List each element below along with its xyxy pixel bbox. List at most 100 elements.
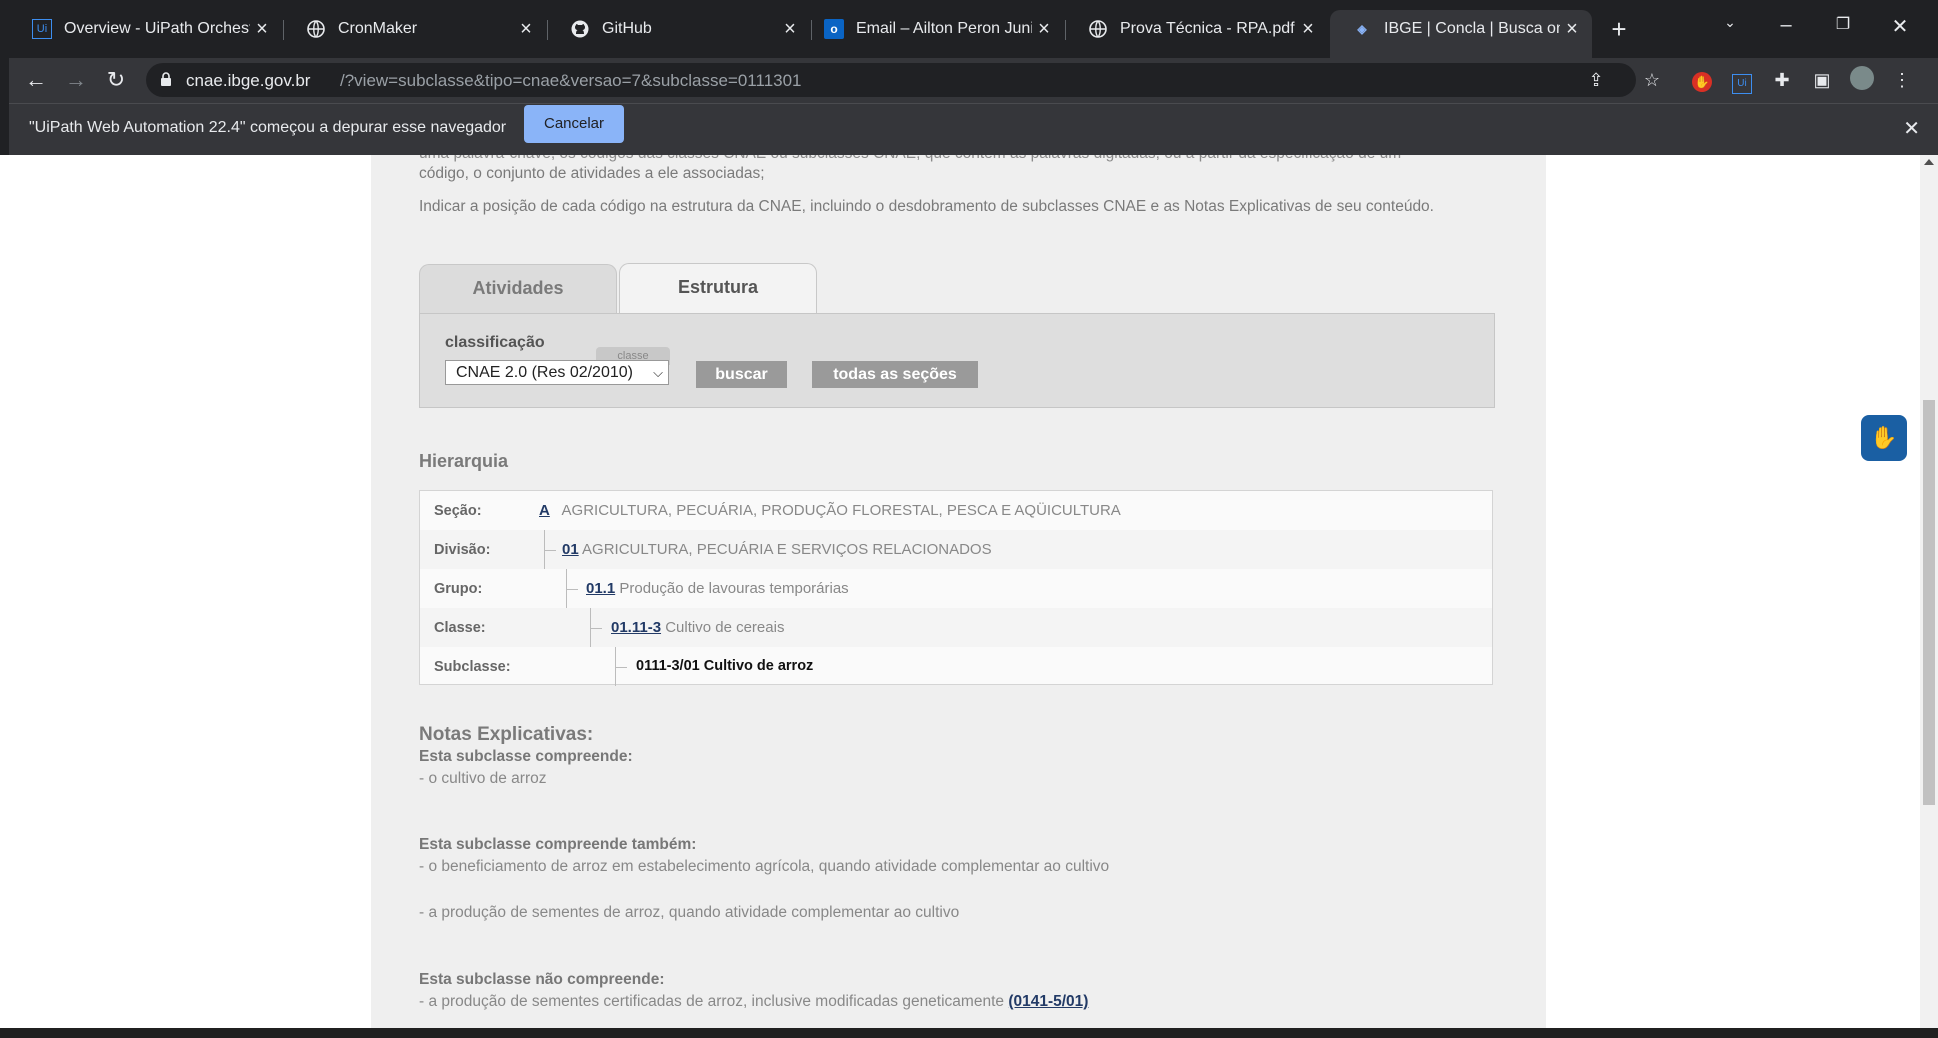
notas-title: Notas Explicativas: — [419, 724, 594, 745]
hier-row-grupo: Grupo: 01.1 Produção de lavouras temporá… — [420, 569, 1492, 608]
extensions-puzzle-icon[interactable]: ✚ — [1768, 66, 1796, 94]
intro-text: código, o conjunto de atividades a ele a… — [419, 165, 765, 182]
debug-infobar: "UiPath Web Automation 22.4" começou a d… — [9, 103, 1938, 155]
tab-title: IBGE | Concla | Busca online — [1384, 20, 1560, 37]
hier-row-classe: Classe: 01.11-3 Cultivo de cereais — [420, 608, 1492, 647]
tab-search-icon[interactable]: ⌄ — [1710, 14, 1750, 44]
page-viewport: uma palavra-chave, os códigos das classe… — [0, 155, 1938, 1028]
classificacao-label: classificação — [445, 334, 545, 351]
os-taskbar — [0, 1028, 1938, 1038]
classe-code-link[interactable]: 01.11-3 — [611, 619, 661, 636]
browser-tab[interactable]: Ui Overview - UiPath Orchestr × — [10, 10, 282, 48]
browser-tabstrip: Ui Overview - UiPath Orchestr × CronMake… — [0, 0, 1938, 58]
tab-estrutura[interactable]: Estrutura — [619, 263, 817, 314]
notes-item: - o beneficiamento de arroz em estabelec… — [419, 858, 1110, 875]
side-panel-icon[interactable]: ▣ — [1808, 66, 1836, 94]
browser-tab[interactable]: o Email – Ailton Peron Junior × — [802, 10, 1064, 48]
globe-icon — [306, 19, 326, 39]
intro-text: uma palavra-chave, os códigos das classe… — [419, 155, 1494, 163]
reload-button[interactable]: ↻ — [100, 64, 132, 96]
browser-tab[interactable]: Prova Técnica - RPA.pdf × — [1066, 10, 1328, 48]
new-tab-button[interactable]: + — [1605, 16, 1633, 44]
select-value: CNAE 2.0 (Res 02/2010) — [456, 364, 633, 381]
hier-label: Divisão: — [434, 542, 491, 558]
browser-tab-active[interactable]: ◈ IBGE | Concla | Busca online × — [1330, 10, 1592, 58]
chevron-down-icon: ⌵ — [653, 365, 663, 380]
notes-heading: Esta subclasse compreende também: — [419, 836, 697, 853]
profile-avatar[interactable] — [1848, 66, 1876, 94]
close-tab-icon[interactable]: × — [1296, 18, 1320, 41]
secao-text: AGRICULTURA, PECUÁRIA, PRODUÇÃO FLORESTA… — [561, 502, 1121, 519]
grupo-text: Produção de lavouras temporárias — [619, 580, 849, 597]
page-scrollbar[interactable] — [1920, 155, 1938, 1028]
restore-button[interactable]: ❐ — [1823, 14, 1863, 44]
classificacao-select[interactable]: CNAE 2.0 (Res 02/2010) ⌵ — [445, 360, 669, 385]
main-content: uma palavra-chave, os códigos das classe… — [371, 155, 1546, 1028]
close-tab-icon[interactable]: × — [250, 18, 274, 41]
notes-item: - o cultivo de arroz — [419, 770, 547, 787]
tab-title: GitHub — [602, 20, 652, 37]
close-tab-icon[interactable]: × — [778, 18, 802, 41]
hier-value: 01.1 Produção de lavouras temporárias — [586, 580, 849, 597]
github-icon — [570, 19, 590, 39]
close-tab-icon[interactable]: × — [1560, 18, 1584, 41]
hier-value: A AGRICULTURA, PECUÁRIA, PRODUÇÃO FLORES… — [539, 502, 1121, 519]
infobar-message: "UiPath Web Automation 22.4" começou a d… — [29, 119, 507, 136]
browser-toolbar: ← → ↻ cnae.ibge.gov.br /?view=subclasse&… — [0, 58, 1938, 103]
bookmark-star-icon[interactable]: ☆ — [1638, 66, 1666, 94]
stop-extension-icon[interactable]: ✋ — [1688, 66, 1716, 94]
scrollbar-thumb[interactable] — [1923, 400, 1935, 805]
scroll-up-arrow-icon[interactable] — [1924, 159, 1934, 165]
tab-atividades[interactable]: Atividades — [419, 264, 617, 314]
grupo-code-link[interactable]: 01.1 — [586, 580, 615, 597]
todas-secoes-button[interactable]: todas as seções — [812, 361, 978, 388]
close-tab-icon[interactable]: × — [514, 18, 538, 41]
address-bar[interactable]: cnae.ibge.gov.br /?view=subclasse&tipo=c… — [146, 63, 1636, 97]
sign-language-icon[interactable]: ✋ — [1861, 415, 1907, 461]
buscar-button[interactable]: buscar — [696, 361, 787, 388]
divisao-code-link[interactable]: 01 — [562, 541, 579, 558]
browser-tab[interactable]: GitHub × — [548, 10, 810, 48]
hier-label: Seção: — [434, 503, 482, 519]
search-panel: classificação classe CNAE 2.0 (Res 02/20… — [419, 313, 1495, 408]
notes-item: - a produção de sementes certificadas de… — [419, 993, 1088, 1011]
subclass-reference-link[interactable]: (0141-5/01) — [1008, 993, 1088, 1010]
hier-row-subclasse: Subclasse: 0111-3/01 Cultivo de arroz — [420, 647, 1492, 686]
classe-text: Cultivo de cereais — [665, 619, 785, 636]
tab-title: Prova Técnica - RPA.pdf — [1120, 20, 1295, 37]
browser-tab[interactable]: CronMaker × — [284, 10, 546, 48]
menu-kebab-icon[interactable]: ⋮ — [1888, 66, 1916, 94]
divisao-text: AGRICULTURA, PECUÁRIA E SERVIÇOS RELACIO… — [582, 541, 992, 558]
uipath-icon: Ui — [32, 19, 52, 39]
hier-label: Grupo: — [434, 581, 483, 597]
notes-item-text: - a produção de sementes certificadas de… — [419, 993, 1005, 1010]
hier-value: 01 AGRICULTURA, PECUÁRIA E SERVIÇOS RELA… — [562, 541, 992, 558]
lock-icon — [161, 72, 171, 86]
tab-title: CronMaker — [338, 20, 418, 37]
hierarquia-title: Hierarquia — [419, 451, 509, 471]
hier-value: 01.11-3 Cultivo de cereais — [611, 619, 784, 636]
ibge-icon: ◈ — [1357, 22, 1367, 36]
notes-heading: Esta subclasse compreende: — [419, 748, 633, 765]
infobar-close-icon[interactable]: ✕ — [1903, 116, 1920, 141]
back-button[interactable]: ← — [20, 64, 52, 96]
share-icon[interactable]: ⇪ — [1582, 66, 1610, 94]
forward-button[interactable]: → — [60, 64, 92, 96]
hierarquia-table: Seção: A AGRICULTURA, PECUÁRIA, PRODUÇÃO… — [419, 490, 1493, 686]
minimize-button[interactable]: – — [1766, 14, 1806, 44]
secao-code-link[interactable]: A — [539, 502, 550, 519]
hier-label: Subclasse: — [434, 659, 511, 675]
tab-title: Email – Ailton Peron Junior — [856, 20, 1032, 37]
uipath-extension-icon[interactable]: Ui — [1728, 66, 1756, 94]
window-frame — [0, 0, 9, 155]
subclasse-text: 0111-3/01 Cultivo de arroz — [636, 658, 814, 674]
notes-heading: Esta subclasse não compreende: — [419, 971, 665, 988]
close-window-button[interactable]: ✕ — [1880, 14, 1920, 44]
infobar-cancel-button[interactable]: Cancelar — [524, 105, 624, 143]
close-tab-icon[interactable]: × — [1032, 18, 1056, 41]
notes-item: - a produção de sementes de arroz, quand… — [419, 904, 960, 921]
tab-title: Overview - UiPath Orchestr — [64, 20, 250, 37]
globe-icon — [1088, 19, 1108, 39]
outlook-icon: o — [824, 19, 844, 39]
url-path: /?view=subclasse&tipo=cnae&versao=7&subc… — [340, 71, 802, 90]
